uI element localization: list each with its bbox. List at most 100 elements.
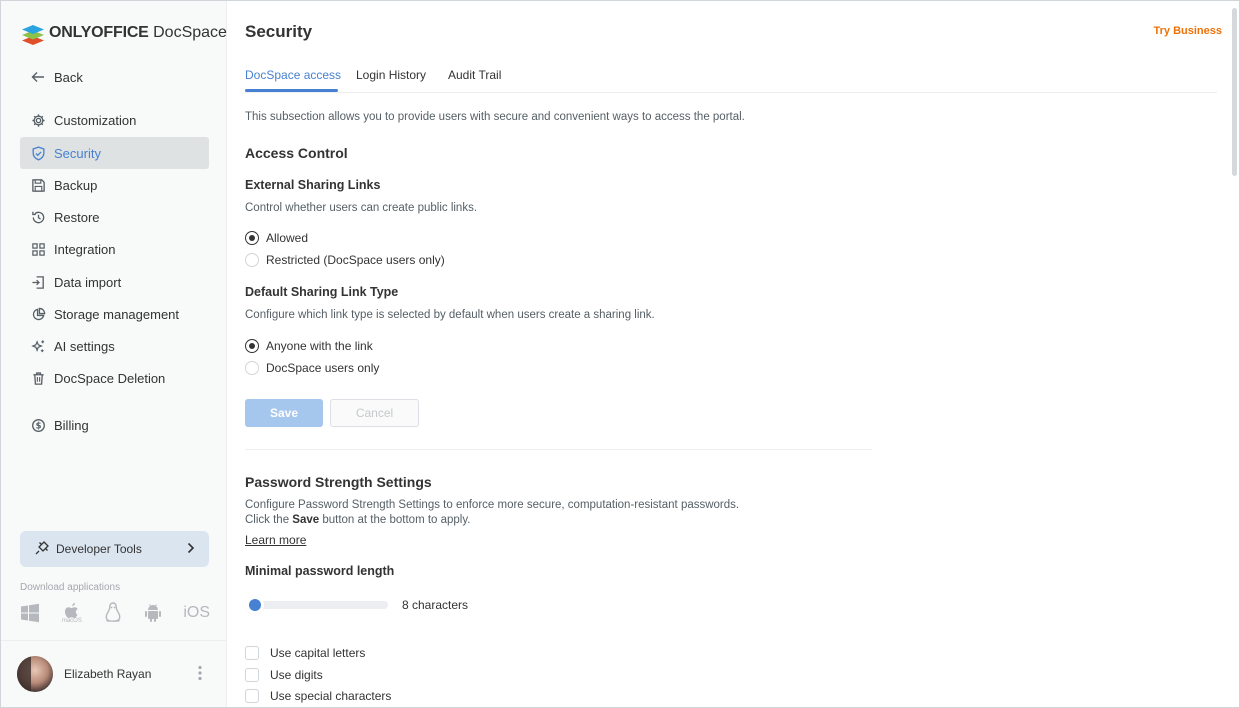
- password-strength-desc-line1: Configure Password Strength Settings to …: [245, 499, 740, 511]
- radio-button[interactable]: [245, 339, 259, 353]
- linux-icon[interactable]: [104, 602, 122, 624]
- min-password-length-title: Minimal password length: [245, 564, 395, 578]
- checkbox-label: Use digits: [270, 668, 323, 682]
- external-links-title: External Sharing Links: [245, 178, 381, 192]
- checkbox-capital-letters[interactable]: Use capital letters: [245, 646, 365, 660]
- logo-product: DocSpace: [153, 24, 227, 41]
- sidebar-item-label: Backup: [54, 177, 98, 193]
- cancel-button[interactable]: Cancel: [330, 399, 419, 427]
- slider-track[interactable]: [251, 601, 388, 609]
- tab-audit-trail[interactable]: Audit Trail: [448, 68, 501, 82]
- onlyoffice-logo-icon: [21, 21, 45, 45]
- radio-label: Allowed: [266, 231, 309, 245]
- section-intro: This subsection allows you to provide us…: [245, 111, 745, 123]
- checkbox-special-characters[interactable]: Use special characters: [245, 689, 391, 703]
- try-business-link[interactable]: Try Business: [1154, 25, 1222, 37]
- sidebar-item-docspace-deletion[interactable]: DocSpace Deletion: [20, 362, 209, 394]
- ios-icon[interactable]: iOS: [183, 604, 210, 622]
- sidebar-item-restore[interactable]: Restore: [20, 201, 209, 233]
- radio-button[interactable]: [245, 361, 259, 375]
- password-strength-title: Password Strength Settings: [245, 474, 432, 490]
- sidebar-item-label: AI settings: [54, 338, 115, 354]
- default-link-type-desc: Configure which link type is selected by…: [245, 309, 655, 321]
- developer-tools-icon: [34, 540, 50, 559]
- back-button[interactable]: Back: [20, 61, 209, 93]
- password-length-slider[interactable]: [245, 597, 388, 613]
- developer-tools-button[interactable]: Developer Tools: [20, 531, 209, 567]
- chevron-right-icon: [187, 542, 195, 557]
- save-button[interactable]: Save: [245, 399, 323, 427]
- save-emphasis: Save: [292, 514, 320, 526]
- sidebar-item-integration[interactable]: Integration: [20, 233, 209, 265]
- checkbox-box[interactable]: [245, 689, 259, 703]
- avatar[interactable]: [17, 656, 53, 692]
- sidebar-item-storage-management[interactable]: Storage management: [20, 298, 209, 330]
- sidebar-item-label: Customization: [54, 112, 137, 128]
- user-profile[interactable]: Elizabeth Rayan: [1, 640, 226, 707]
- radio-label: DocSpace users only: [266, 361, 380, 375]
- save-disk-icon: [30, 177, 46, 193]
- pie-chart-icon: [30, 306, 46, 322]
- radio-docspace-users-only[interactable]: DocSpace users only: [245, 361, 379, 375]
- tab-docspace-access[interactable]: DocSpace access: [245, 68, 341, 82]
- user-name: Elizabeth Rayan: [64, 667, 152, 681]
- password-length-value: 8 characters: [402, 598, 469, 612]
- radio-restricted[interactable]: Restricted (DocSpace users only): [245, 253, 445, 267]
- sparkle-icon: [30, 338, 46, 354]
- access-control-title: Access Control: [245, 145, 348, 161]
- back-label: Back: [54, 69, 83, 85]
- sidebar-item-label: Security: [54, 145, 101, 161]
- default-link-type-title: Default Sharing Link Type: [245, 285, 399, 299]
- radio-button[interactable]: [245, 231, 259, 245]
- radio-allowed[interactable]: Allowed: [245, 231, 308, 245]
- scrollbar[interactable]: [1232, 8, 1237, 176]
- sidebar-item-backup[interactable]: Backup: [20, 169, 209, 201]
- sidebar-item-label: Integration: [54, 241, 116, 257]
- password-strength-desc-line2: Click the Save button at the bottom to a…: [245, 514, 471, 526]
- sidebar: ONLYOFFICE DocSpace Back Customization S…: [1, 1, 227, 707]
- slider-thumb[interactable]: [249, 599, 261, 611]
- android-icon[interactable]: [144, 603, 162, 623]
- sidebar-item-customization[interactable]: Customization: [20, 104, 209, 136]
- checkbox-label: Use special characters: [270, 689, 392, 703]
- macos-caption: macOS: [61, 618, 82, 624]
- checkbox-digits[interactable]: Use digits: [245, 668, 323, 682]
- checkbox-box[interactable]: [245, 646, 259, 660]
- radio-label: Restricted (DocSpace users only): [266, 253, 445, 267]
- windows-icon[interactable]: [20, 603, 40, 623]
- more-vertical-icon[interactable]: [198, 665, 202, 684]
- shield-icon: [30, 145, 46, 161]
- page-title: Security: [245, 22, 313, 41]
- app-logo[interactable]: ONLYOFFICE DocSpace: [21, 21, 227, 45]
- developer-tools-label: Developer Tools: [56, 542, 142, 556]
- radio-anyone-with-link[interactable]: Anyone with the link: [245, 339, 373, 353]
- billing-coin-icon: $: [30, 417, 46, 433]
- sidebar-item-data-import[interactable]: Data import: [20, 266, 209, 298]
- download-applications-title: Download applications: [20, 582, 121, 593]
- arrow-left-icon: [30, 69, 46, 85]
- download-app-icons: macOS iOS: [20, 599, 210, 627]
- sidebar-item-security[interactable]: Security: [20, 137, 209, 169]
- section-divider: [245, 449, 872, 450]
- active-tab-indicator: [245, 89, 338, 92]
- svg-text:$: $: [35, 420, 41, 430]
- checkbox-box[interactable]: [245, 668, 259, 682]
- import-icon: [30, 274, 46, 290]
- learn-more-link[interactable]: Learn more: [245, 533, 306, 547]
- main-content: Security Try Business DocSpace access Lo…: [228, 1, 1228, 707]
- sidebar-item-label: DocSpace Deletion: [54, 370, 166, 386]
- history-icon: [30, 209, 46, 225]
- apple-icon[interactable]: macOS: [62, 602, 82, 624]
- tab-login-history[interactable]: Login History: [356, 68, 426, 82]
- sidebar-item-label: Data import: [54, 274, 122, 290]
- radio-label: Anyone with the link: [266, 339, 373, 353]
- tabs: DocSpace access Login History Audit Trai…: [245, 65, 1217, 93]
- sidebar-item-ai-settings[interactable]: AI settings: [20, 330, 209, 362]
- sidebar-item-label: Storage management: [54, 306, 180, 322]
- radio-button[interactable]: [245, 253, 259, 267]
- sidebar-item-billing[interactable]: $ Billing: [20, 409, 209, 441]
- external-links-desc: Control whether users can create public …: [245, 202, 478, 214]
- trash-icon: [30, 370, 46, 386]
- grid-icon: [30, 241, 46, 257]
- checkbox-label: Use capital letters: [270, 646, 366, 660]
